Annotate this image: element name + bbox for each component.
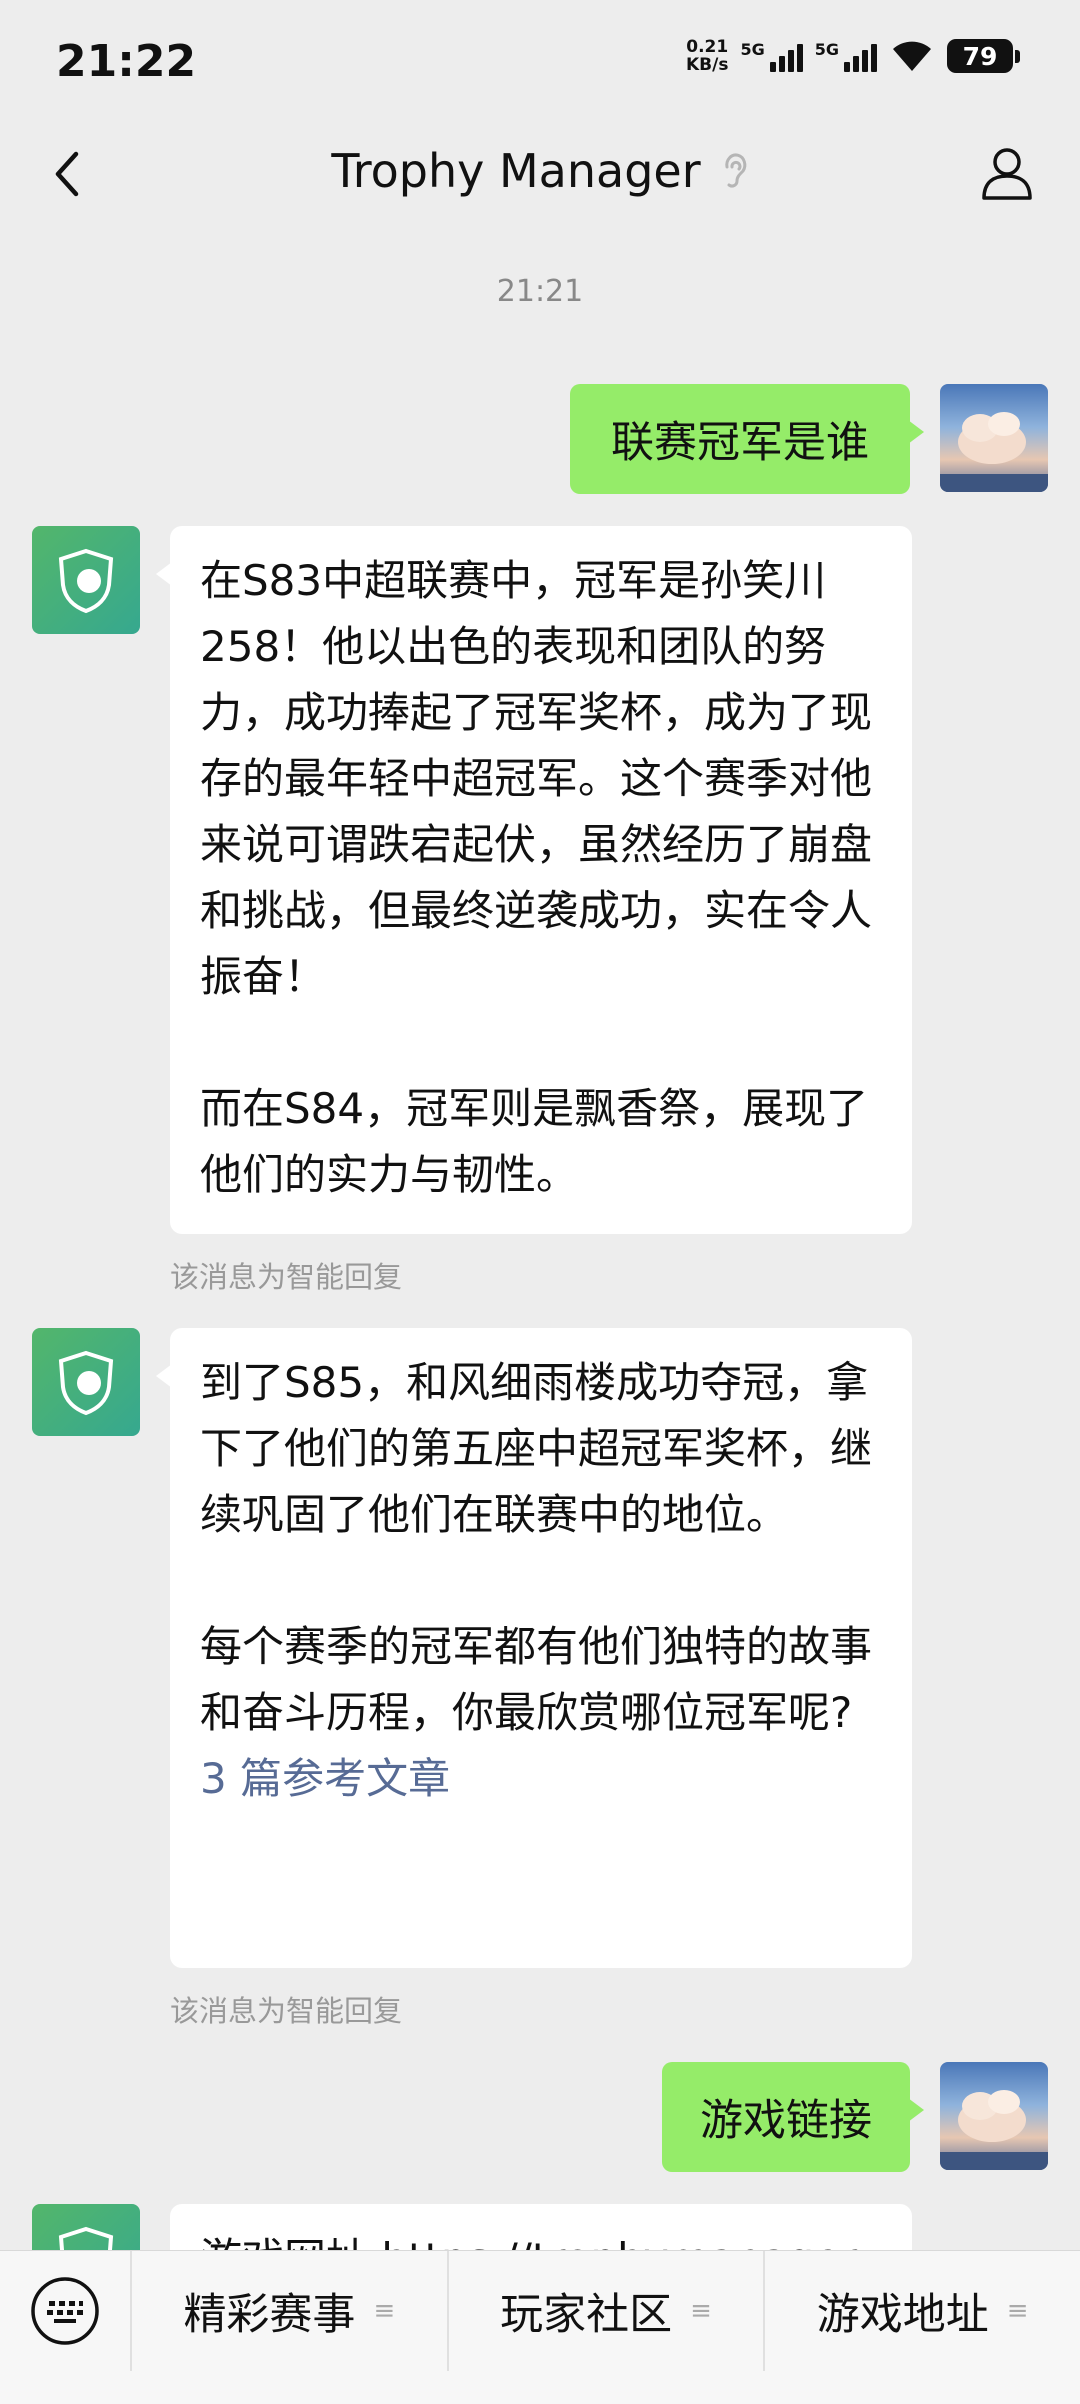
signal-sim2-icon: 5G [815,40,877,72]
submenu-icon: ≡ [1006,2296,1029,2326]
outgoing-message[interactable]: 游戏链接 [662,2062,924,2172]
menu-item-highlights[interactable]: 精彩赛事 ≡ [130,2251,447,2371]
ear-icon [724,153,746,188]
user-avatar[interactable] [940,384,1048,492]
signal-sim1-icon: 5G [740,40,803,72]
menu-item-community[interactable]: 玩家社区 ≡ [446,2251,764,2371]
keyboard-toggle-button[interactable] [0,2251,130,2371]
outgoing-message[interactable]: 联赛冠军是谁 [570,384,924,494]
smart-reply-note: 该消息为智能回复 [170,1260,403,1294]
status-bar: 21:22 0.21 KB/s 5G 5G 79 [0,0,1080,120]
chat-header: Trophy Manager [0,120,1080,232]
incoming-message[interactable]: 在S83中超联赛中，冠军是孙笑川258！他以出色的表现和团队的努力，成功捧起了冠… [156,526,912,1234]
status-icons: 0.21 KB/s 5G 5G 79 [686,38,1020,74]
incoming-message[interactable]: 到了S85，和风细雨楼成功夺冠，拿下了他们的第五座中超冠军奖杯，继续巩固了他们在… [156,1328,912,1968]
clock: 21:22 [56,36,197,87]
keyboard-icon [31,2277,99,2345]
network-speed: 0.21 KB/s [686,37,729,75]
page-title: Trophy Manager [331,144,701,198]
battery-icon: 79 [947,39,1020,73]
submenu-icon: ≡ [690,2296,712,2326]
shield-logo-icon [58,548,114,614]
smart-reply-note: 该消息为智能回复 [170,1994,403,2028]
wifi-icon [893,41,931,71]
person-icon[interactable] [974,140,1040,206]
user-avatar[interactable] [940,2062,1048,2170]
reference-articles-link[interactable]: 3 篇参考文章 [200,1746,882,1812]
bot-avatar[interactable] [32,1328,140,1436]
message-timestamp: 21:21 [496,274,584,309]
bot-avatar[interactable] [32,526,140,634]
shield-logo-icon [58,1350,114,1416]
menu-item-game-address[interactable]: 游戏地址 ≡ [763,2251,1080,2371]
submenu-icon: ≡ [373,2296,396,2326]
bottom-menu-bar: 精彩赛事 ≡ 玩家社区 ≡ 游戏地址 ≡ [0,2250,1080,2404]
